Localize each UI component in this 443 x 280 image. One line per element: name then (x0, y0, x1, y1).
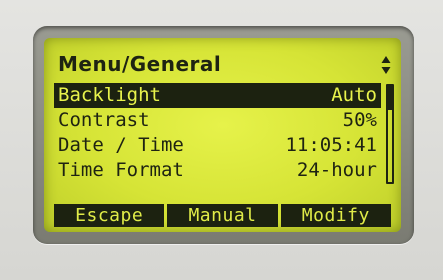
menu-item-date-time[interactable]: Date / Time 11:05:41 (54, 133, 381, 158)
menu-item-label: Contrast (58, 109, 150, 131)
menu-item-label: Backlight (58, 84, 161, 106)
menu-list: Backlight Auto Contrast 50% Date / Time … (54, 83, 381, 183)
menu-item-label: Time Format (58, 159, 184, 181)
device-body: Menu/General Backlight Auto Contrast 50%… (0, 0, 443, 280)
escape-softkey[interactable]: Escape (54, 204, 165, 227)
softkey-bar: Escape Manual Modify (54, 204, 391, 227)
menu-item-value: 50% (342, 109, 377, 131)
menu-item-value: 11:05:41 (285, 134, 377, 156)
manual-softkey[interactable]: Manual (167, 204, 278, 227)
up-down-arrows-icon (381, 56, 391, 74)
menu-scrollbar[interactable] (386, 84, 394, 184)
menu-item-value: Auto (331, 84, 377, 106)
menu-item-time-format[interactable]: Time Format 24-hour (54, 158, 381, 183)
modify-softkey[interactable]: Modify (280, 204, 391, 227)
menu-item-contrast[interactable]: Contrast 50% (54, 108, 381, 133)
lcd-screen: Menu/General Backlight Auto Contrast 50%… (44, 38, 401, 232)
menu-title: Menu/General (58, 52, 222, 76)
menu-item-label: Date / Time (58, 134, 184, 156)
menu-item-backlight[interactable]: Backlight Auto (54, 83, 381, 108)
menu-item-value: 24-hour (296, 159, 377, 181)
scrollbar-thumb[interactable] (388, 86, 392, 110)
